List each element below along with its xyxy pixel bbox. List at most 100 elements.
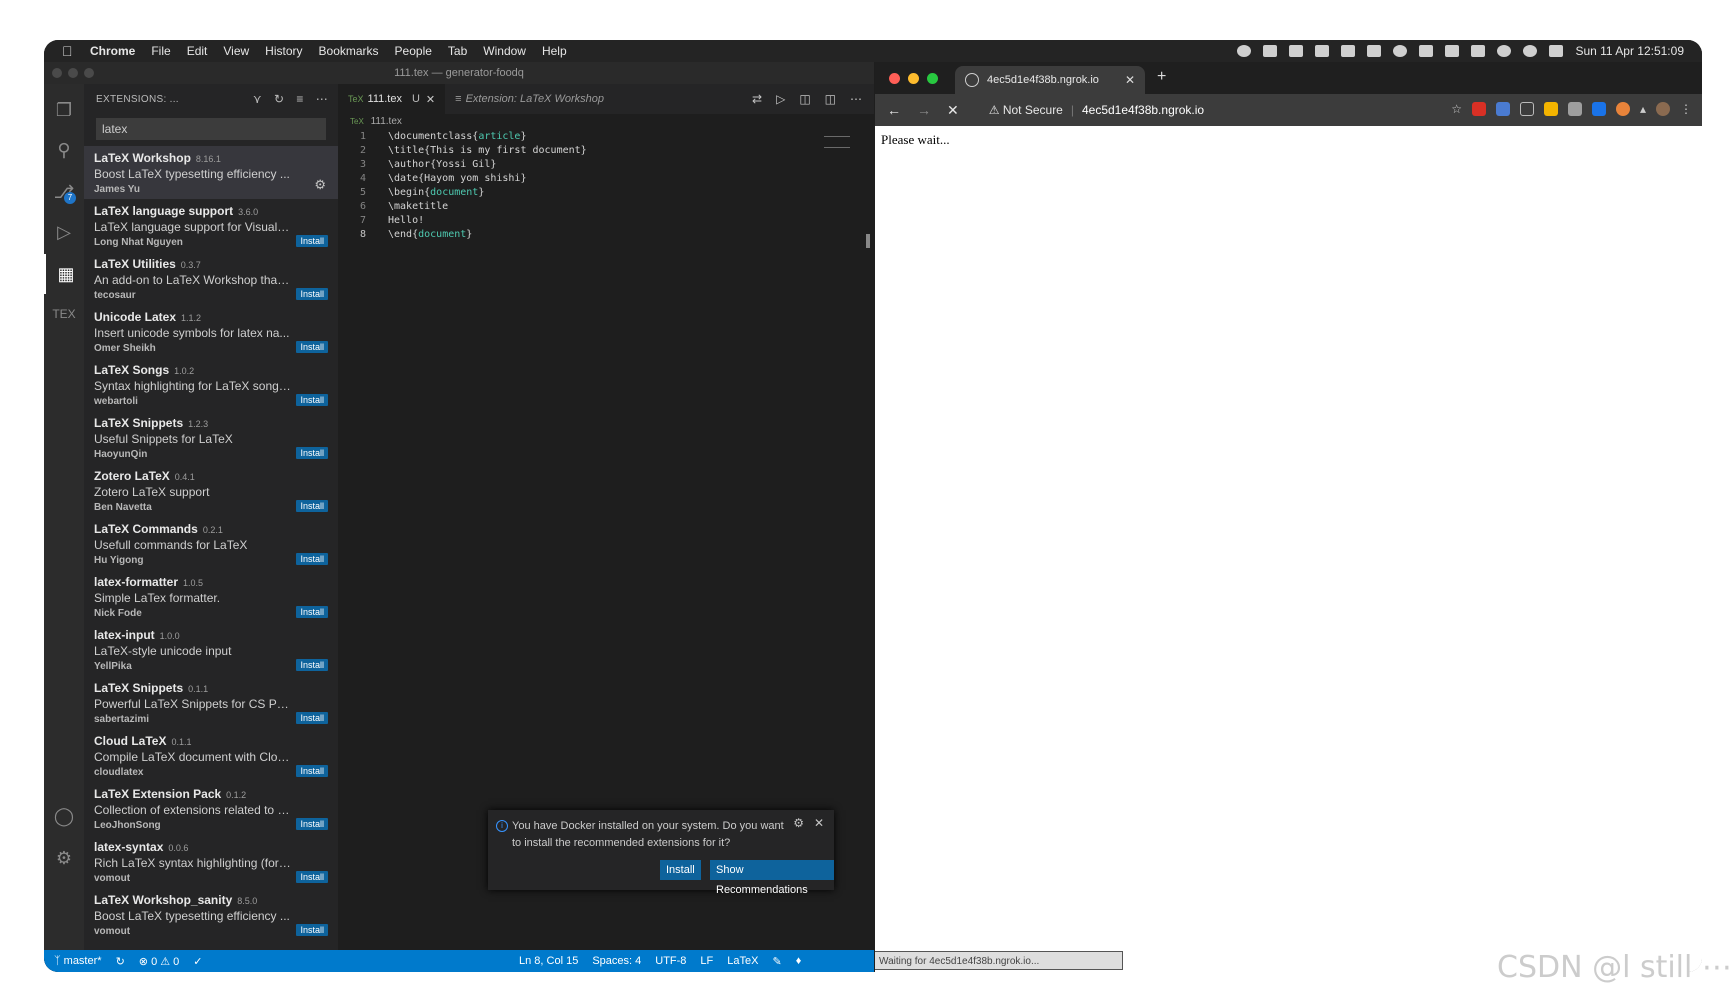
docker-icon[interactable] xyxy=(1289,45,1304,57)
bookmark-star-icon[interactable]: ☆ xyxy=(1451,102,1462,116)
play-icon[interactable] xyxy=(1393,45,1408,57)
extension-install-button[interactable]: Install xyxy=(296,553,328,565)
profile-avatar[interactable] xyxy=(1656,102,1670,116)
wifi-icon[interactable] xyxy=(1497,45,1512,57)
screenshot-extension-icon[interactable] xyxy=(1519,102,1534,116)
problems-status[interactable]: ⊗ 0 ⚠ 0 xyxy=(139,955,180,968)
chrome-menu-icon[interactable]: ⋮ xyxy=(1680,102,1692,116)
menu-people[interactable]: People xyxy=(395,44,432,58)
menubar-clock[interactable]: Sun 11 Apr 12:51:09 xyxy=(1575,44,1684,58)
filter-icon[interactable]: ⋎ xyxy=(253,92,262,106)
puzzle-extensions-icon[interactable]: ▴ xyxy=(1640,102,1646,116)
close-tab-icon[interactable]: ✕ xyxy=(426,93,435,106)
close-window-button[interactable] xyxy=(889,73,900,84)
menu-view[interactable]: View xyxy=(223,44,249,58)
menu-help[interactable]: Help xyxy=(542,44,567,58)
extension-install-button[interactable]: Install xyxy=(296,447,328,459)
menu-bookmarks[interactable]: Bookmarks xyxy=(319,44,379,58)
forward-arrow-icon[interactable]: → xyxy=(917,102,931,119)
menu-edit[interactable]: Edit xyxy=(187,44,208,58)
keyboard-icon[interactable] xyxy=(1341,45,1356,57)
tex-icon[interactable]: TEX xyxy=(44,294,84,334)
code-line[interactable]: 6 \maketitle xyxy=(338,200,808,214)
menu-tab[interactable]: Tab xyxy=(448,44,467,58)
extension-install-button[interactable]: Install xyxy=(296,659,328,671)
code-line[interactable]: 2 \title{This is my first document} xyxy=(338,144,808,158)
new-tab-icon[interactable]: + xyxy=(1157,68,1166,86)
indentation[interactable]: Spaces: 4 xyxy=(592,955,641,968)
show-recommendations-button[interactable]: Show Recommendations xyxy=(710,860,834,896)
cloud-icon[interactable] xyxy=(1315,45,1330,57)
search-icon[interactable]: ⚲ xyxy=(44,130,84,170)
install-button[interactable]: Install xyxy=(660,860,701,880)
bluetooth-icon[interactable] xyxy=(1445,45,1460,57)
translate-extension-icon[interactable] xyxy=(1495,102,1510,116)
apple-icon[interactable]:  xyxy=(62,44,76,58)
menu-chrome[interactable]: Chrome xyxy=(90,44,135,58)
battery-icon[interactable] xyxy=(1471,45,1486,57)
menu-window[interactable]: Window xyxy=(483,44,526,58)
end-of-line[interactable]: LF xyxy=(700,955,713,968)
code-line[interactable]: 8 \end{document} xyxy=(338,228,808,242)
spotlight-search-icon[interactable] xyxy=(1523,45,1538,57)
extension-list-item[interactable]: LaTeX Workshop_sanity 8.5.0 Boost LaTeX ty… xyxy=(84,888,338,941)
branch-status[interactable]: ᛉ master* xyxy=(54,955,102,968)
minimize-window-button[interactable] xyxy=(68,68,78,78)
tab-extension-latex-workshop[interactable]: ≡ Extension: LaTeX Workshop xyxy=(445,84,614,114)
source-control-icon[interactable]: ⎇ 7 xyxy=(44,172,84,212)
minimize-window-button[interactable] xyxy=(908,73,919,84)
control-center-icon[interactable] xyxy=(1549,45,1564,57)
video-icon[interactable] xyxy=(1263,45,1278,57)
extension-list-item[interactable]: latex-syntax 0.0.6 Rich LaTeX syntax highl… xyxy=(84,835,338,888)
stop-loading-icon[interactable]: ✕ xyxy=(947,102,959,119)
tab-111-tex[interactable]: TeX 111.tex U ✕ xyxy=(338,84,446,114)
extension-list-item[interactable]: latex-input 1.0.0 LaTeX-style unicode inpu… xyxy=(84,623,338,676)
code-line[interactable]: 5 \begin{document} xyxy=(338,186,808,200)
sync-status-icon[interactable]: ↻ xyxy=(116,955,125,968)
explorer-icon[interactable]: ❐ xyxy=(44,90,84,130)
more-icon[interactable]: ⋯ xyxy=(850,92,862,106)
notifications-bell-icon[interactable]: ♦ xyxy=(796,955,802,968)
notification-gear-icon[interactable]: ⚙ xyxy=(793,816,804,830)
preview-icon[interactable]: ◫ xyxy=(799,92,810,106)
record-icon[interactable] xyxy=(1237,45,1252,57)
s-extension-icon[interactable] xyxy=(1591,102,1606,116)
back-arrow-icon[interactable]: ← xyxy=(887,102,901,119)
address-bar[interactable]: 4ec5d1e4f38b.ngrok.io xyxy=(1082,103,1204,117)
extension-install-button[interactable]: Install xyxy=(296,924,328,936)
extension-install-button[interactable]: Install xyxy=(296,288,328,300)
close-window-button[interactable] xyxy=(52,68,62,78)
check-icon[interactable]: ✓ xyxy=(193,955,202,968)
extension-install-button[interactable]: Install xyxy=(296,765,328,777)
extension-list-item[interactable]: LaTeX Snippets 1.2.3 Useful Snippets for L… xyxy=(84,411,338,464)
extension-install-button[interactable]: Install xyxy=(296,235,328,247)
code-line[interactable]: 3 \author{Yossi Gil} xyxy=(338,158,808,172)
extension-list-item[interactable]: LaTeX Extension Pack 0.1.2 Collection of e… xyxy=(84,782,338,835)
split-editor-icon[interactable]: ◫ xyxy=(825,92,836,106)
extension-list-item[interactable]: LaTeX Commands 0.2.1 Usefull commands for … xyxy=(84,517,338,570)
more-actions-icon[interactable]: ⋯ xyxy=(316,92,328,106)
zoom-window-button[interactable] xyxy=(927,73,938,84)
manage-gear-icon[interactable]: ⚙ xyxy=(44,838,84,878)
reader-extension-icon[interactable] xyxy=(1567,102,1582,116)
extension-list-item[interactable]: Cloud LaTeX 0.1.1 Compile LaTeX document w… xyxy=(84,729,338,782)
extension-install-button[interactable]: Install xyxy=(296,871,328,883)
extension-list-item[interactable]: LaTeX Workshop 8.16.1 Boost LaTeX typesett… xyxy=(84,146,338,199)
not-secure-indicator[interactable]: ⚠ Not Secure xyxy=(989,103,1063,117)
lock-extension-icon[interactable] xyxy=(1543,102,1558,116)
extension-list-item[interactable]: LaTeX Snippets 0.1.1 Powerful LaTeX Snippe… xyxy=(84,676,338,729)
run-debug-icon[interactable]: ▷ xyxy=(44,212,84,252)
extension-list-item[interactable]: latex-formatter 1.0.5 Simple LaTex formatt… xyxy=(84,570,338,623)
menu-history[interactable]: History xyxy=(265,44,302,58)
feedback-icon[interactable]: ✎ xyxy=(772,955,781,968)
zoom-window-button[interactable] xyxy=(84,68,94,78)
account-icon[interactable]: ◯ xyxy=(44,796,84,836)
shield-icon[interactable] xyxy=(1367,45,1382,57)
code-editor[interactable]: 1 \documentclass{article} 2 \title{This is … xyxy=(338,130,808,242)
language-mode[interactable]: LaTeX xyxy=(727,955,758,968)
extension-list-item[interactable]: Unicode Latex 1.1.2 Insert unicode symbols… xyxy=(84,305,338,358)
clear-icon[interactable]: ≡ xyxy=(296,92,303,106)
minimap[interactable] xyxy=(824,136,850,148)
sync-icon[interactable]: ⇄ xyxy=(752,92,762,106)
input-source-icon[interactable] xyxy=(1419,45,1434,57)
